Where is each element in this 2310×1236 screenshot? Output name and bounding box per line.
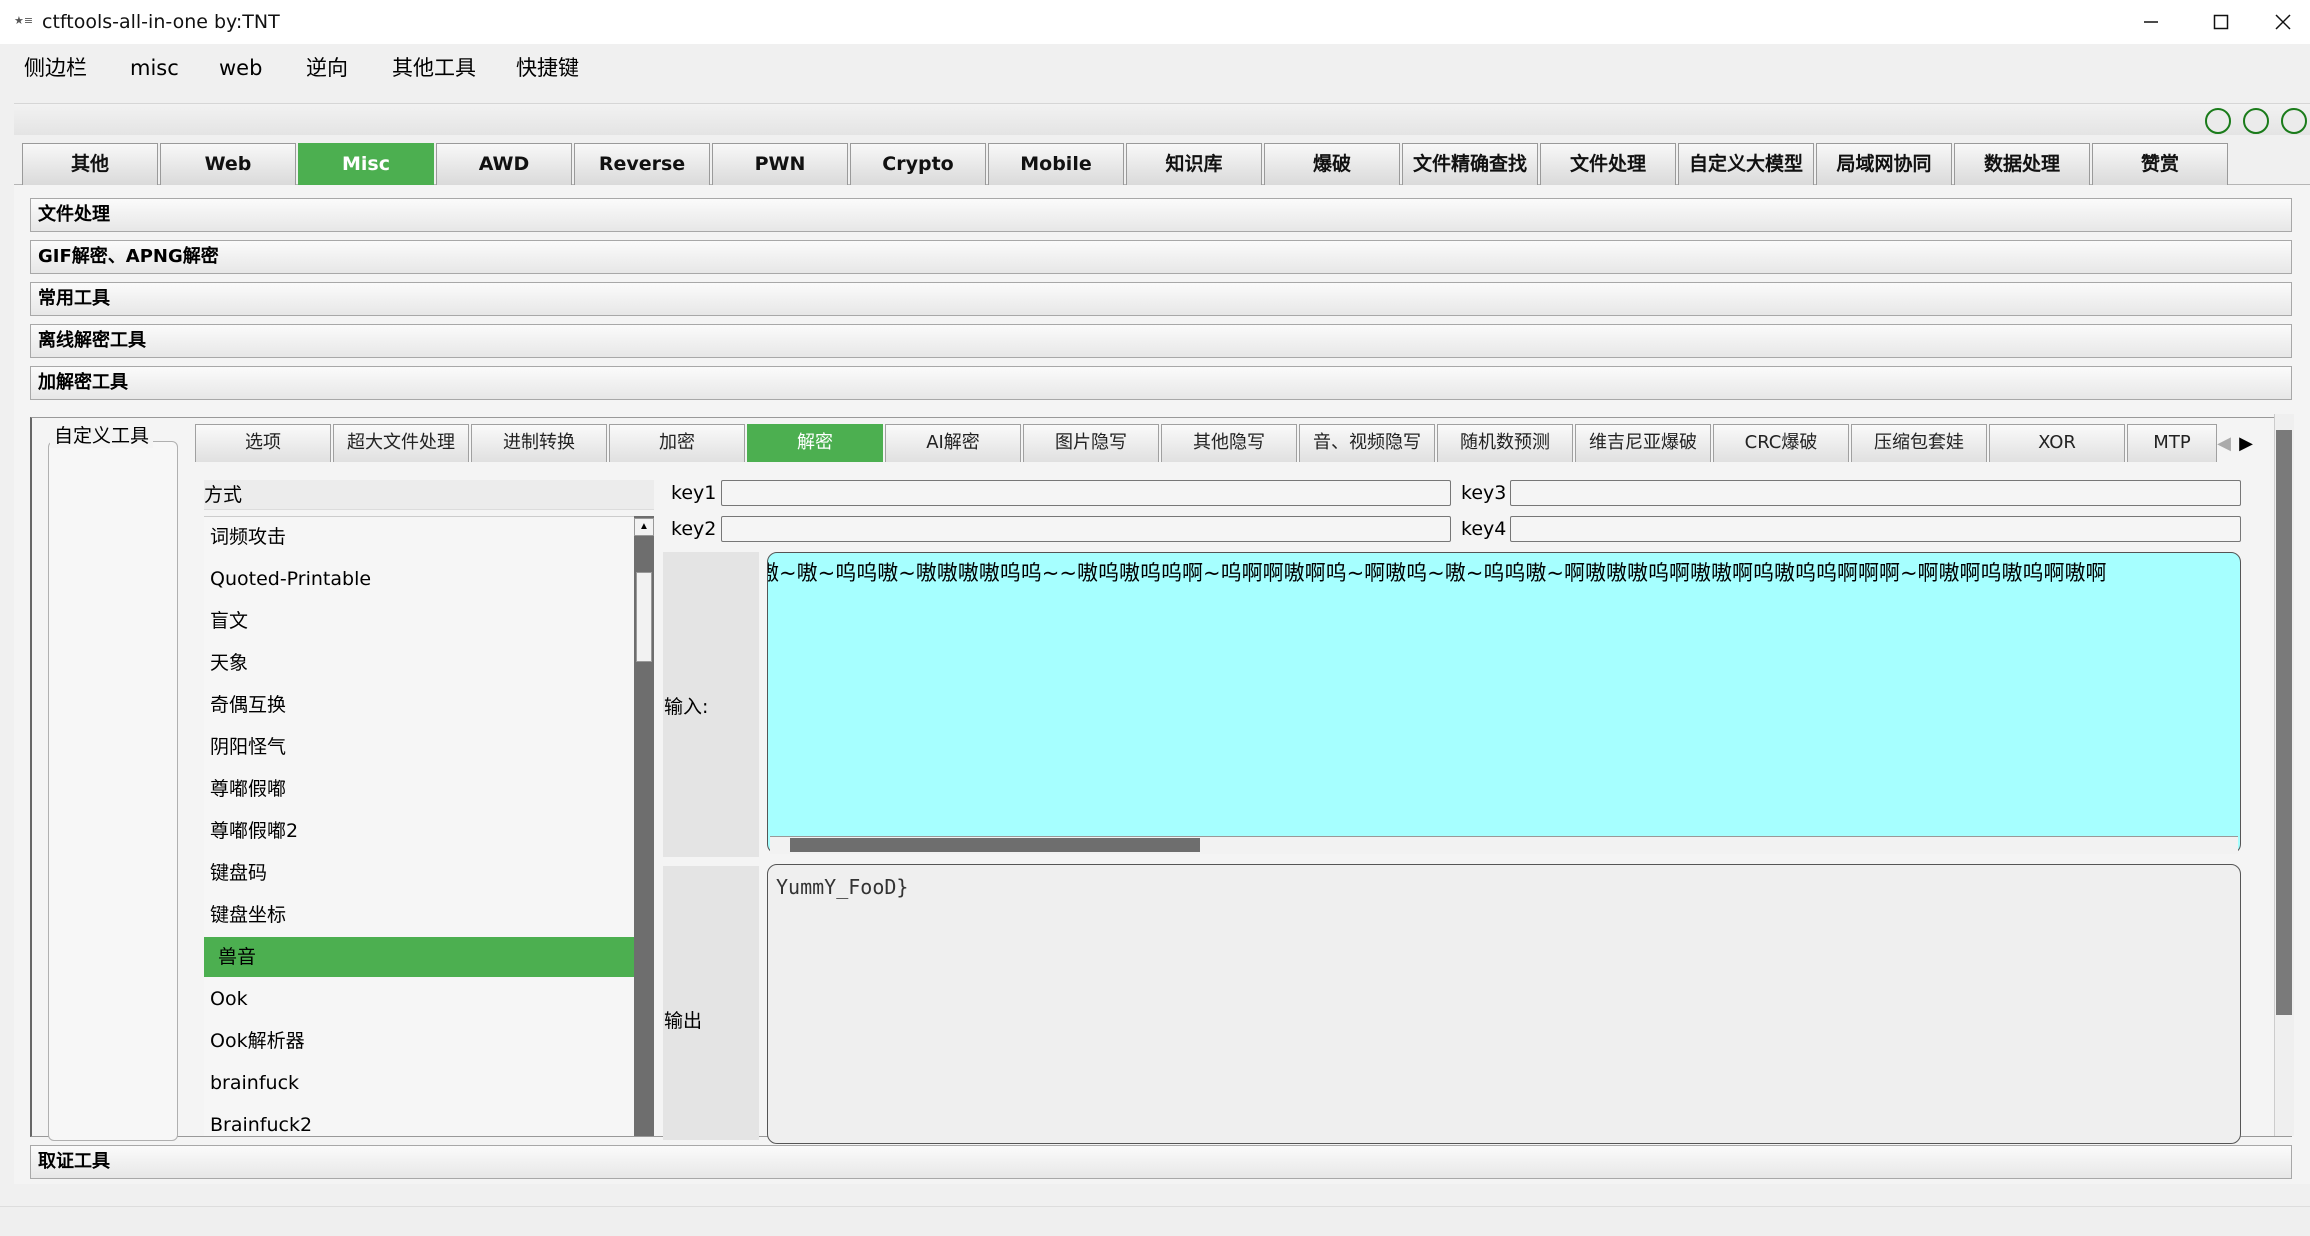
tab-file-search[interactable]: 文件精确查找: [1402, 143, 1538, 185]
method-list-scroll-thumb[interactable]: [636, 572, 652, 662]
input-label: 输入:: [664, 696, 709, 718]
key3-field[interactable]: [1510, 480, 2241, 506]
group-title: 自定义工具: [50, 424, 154, 448]
list-item[interactable]: 键盘码: [204, 853, 634, 893]
tab-crypto[interactable]: Crypto: [850, 143, 986, 185]
subtab-options[interactable]: 选项: [195, 424, 331, 462]
tab-reverse[interactable]: Reverse: [574, 143, 710, 185]
subtab-av-stego[interactable]: 音、视频隐写: [1299, 424, 1435, 462]
minimize-button[interactable]: [2116, 0, 2186, 44]
output-label-column: [663, 866, 759, 1140]
tab-web[interactable]: Web: [160, 143, 296, 185]
tab-pwn[interactable]: PWN: [712, 143, 848, 185]
list-item[interactable]: Brainfuck2: [204, 1105, 634, 1136]
list-item[interactable]: Ook解析器: [204, 1021, 634, 1061]
accordion-offline-decrypt[interactable]: 离线解密工具: [30, 324, 2292, 358]
output-textarea[interactable]: YummY_FooD}: [767, 864, 2241, 1144]
menu-other-tools[interactable]: 其他工具: [392, 52, 476, 84]
list-item[interactable]: 盲文: [204, 601, 634, 641]
subtab-large-file[interactable]: 超大文件处理: [333, 424, 469, 462]
menu-sidebar[interactable]: 侧边栏: [24, 52, 87, 84]
tab-awd[interactable]: AWD: [436, 143, 572, 185]
status-circle-icon[interactable]: [2205, 108, 2231, 134]
list-item[interactable]: brainfuck: [204, 1063, 634, 1103]
tab-other[interactable]: 其他: [22, 143, 158, 185]
subtab-mtp[interactable]: MTP: [2127, 424, 2217, 462]
key2-field[interactable]: [721, 516, 1451, 542]
app-icon: ★≡: [14, 14, 34, 27]
tab-custom-llm[interactable]: 自定义大模型: [1678, 143, 1814, 185]
close-icon: [2275, 14, 2291, 30]
subtab-crc-brute[interactable]: CRC爆破: [1713, 424, 1849, 462]
subtab-base-convert[interactable]: 进制转换: [471, 424, 607, 462]
method-label: 方式: [204, 480, 654, 510]
key3-label: key3: [1461, 482, 1507, 504]
list-item[interactable]: Quoted-Printable: [204, 559, 634, 599]
tab-bruteforce[interactable]: 爆破: [1264, 143, 1400, 185]
subtab-decrypt[interactable]: 解密: [747, 424, 883, 462]
list-item[interactable]: 尊嘟假嘟: [204, 769, 634, 809]
maximize-button[interactable]: [2186, 0, 2256, 44]
list-item[interactable]: 尊嘟假嘟2: [204, 811, 634, 851]
subtab-xor[interactable]: XOR: [1989, 424, 2125, 462]
key2-label: key2: [671, 518, 717, 540]
tab-lan-collab[interactable]: 局域网协同: [1816, 143, 1952, 185]
tab-donate[interactable]: 赞赏: [2092, 143, 2228, 185]
list-item[interactable]: 天象: [204, 643, 634, 683]
status-circle-icon[interactable]: [2243, 108, 2269, 134]
tab-scroll-left-icon[interactable]: ◀: [2214, 426, 2234, 460]
menu-misc[interactable]: misc: [130, 52, 179, 84]
subtab-zip-nesting[interactable]: 压缩包套娃: [1851, 424, 1987, 462]
accordion-encrypt-decrypt[interactable]: 加解密工具: [30, 366, 2292, 400]
maximize-icon: [2213, 14, 2229, 30]
tab-knowledge[interactable]: 知识库: [1126, 143, 1262, 185]
list-item[interactable]: Ook: [204, 979, 634, 1019]
output-label: 输出: [664, 1010, 703, 1032]
accordion-forensics[interactable]: 取证工具: [30, 1145, 2292, 1179]
groupbox-scroll-thumb[interactable]: [2276, 430, 2292, 1015]
accordion-file-processing[interactable]: 文件处理: [30, 198, 2292, 232]
tab-data-processing[interactable]: 数据处理: [1954, 143, 2090, 185]
key1-field[interactable]: [721, 480, 1451, 506]
key1-label: key1: [671, 482, 717, 504]
close-button[interactable]: [2256, 0, 2310, 44]
tool-strip: [14, 103, 2310, 135]
subtab-ai-decrypt[interactable]: AI解密: [885, 424, 1021, 462]
menu-shortcuts[interactable]: 快捷键: [516, 52, 579, 84]
list-item[interactable]: 词频攻击: [204, 517, 634, 557]
tab-misc[interactable]: Misc: [298, 143, 434, 185]
list-item-selected[interactable]: 兽音: [204, 937, 634, 977]
menu-web[interactable]: web: [219, 52, 262, 84]
subtab-other-stego[interactable]: 其他隐写: [1161, 424, 1297, 462]
list-item[interactable]: 键盘坐标: [204, 895, 634, 935]
accordion-common-tools[interactable]: 常用工具: [30, 282, 2292, 316]
key4-field[interactable]: [1510, 516, 2241, 542]
list-item[interactable]: 阴阳怪气: [204, 727, 634, 767]
list-item[interactable]: 奇偶互换: [204, 685, 634, 725]
method-list[interactable]: 词频攻击 Quoted-Printable 盲文 天象 奇偶互换 阴阳怪气 尊嘟…: [204, 516, 634, 1136]
minimize-icon: [2144, 21, 2158, 23]
key4-label: key4: [1461, 518, 1507, 540]
scroll-up-arrow-icon[interactable]: ▲: [634, 518, 654, 536]
status-circle-icon[interactable]: [2281, 108, 2307, 134]
status-bar: [0, 1206, 2310, 1236]
input-textarea[interactable]: 嗷~嗷~呜呜嗷~嗷嗷嗷嗷呜呜~~嗷呜嗷呜呜啊~呜啊啊嗷啊呜~啊嗷呜~嗷~呜呜嗷~…: [767, 552, 2241, 854]
subtab-encrypt[interactable]: 加密: [609, 424, 745, 462]
input-text: 嗷~嗷~呜呜嗷~嗷嗷嗷嗷呜呜~~嗷呜嗷呜呜啊~呜啊啊嗷啊呜~啊嗷呜~嗷~呜呜嗷~…: [767, 561, 2107, 585]
tab-scroll-right-icon[interactable]: ▶: [2236, 426, 2256, 460]
input-scroll-thumb[interactable]: [790, 838, 1200, 852]
subtab-image-stego[interactable]: 图片隐写: [1023, 424, 1159, 462]
subtab-vigenere-brute[interactable]: 维吉尼亚爆破: [1575, 424, 1711, 462]
tab-file-processing[interactable]: 文件处理: [1540, 143, 1676, 185]
accordion-gif-apng[interactable]: GIF解密、APNG解密: [30, 240, 2292, 274]
title-bar: [0, 0, 2310, 44]
subtab-random-predict[interactable]: 随机数预测: [1437, 424, 1573, 462]
window-title: ctftools-all-in-one by:TNT: [42, 11, 280, 33]
tab-mobile[interactable]: Mobile: [988, 143, 1124, 185]
group-inner-panel: [48, 441, 178, 1141]
menu-reverse[interactable]: 逆向: [306, 52, 348, 84]
